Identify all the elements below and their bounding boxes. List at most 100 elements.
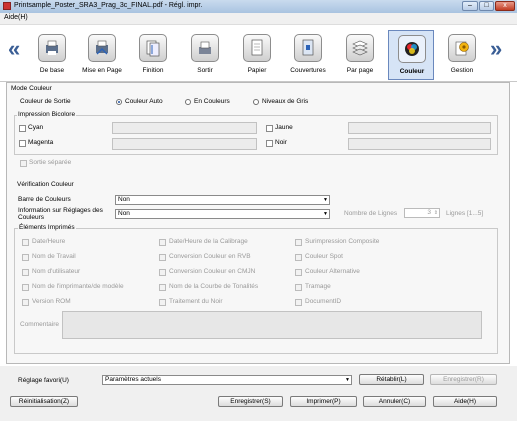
- checkbox-cyan[interactable]: [19, 125, 26, 132]
- jaune-field[interactable]: [348, 122, 491, 134]
- verification-title: Vérification Couleur: [17, 181, 74, 188]
- cover-icon: [294, 34, 322, 62]
- tab-label: Couvertures: [290, 67, 326, 74]
- checkbox-label: Sortie séparée: [29, 159, 72, 166]
- checkbox-date-calibrage[interactable]: [159, 239, 166, 246]
- bicolore-title: Impression Bicolore: [17, 111, 77, 118]
- tab-sortir[interactable]: Sortir: [182, 30, 228, 80]
- checkbox-label: Cyan: [28, 124, 44, 131]
- checkbox-documentid[interactable]: [295, 299, 302, 306]
- stepper-value: 3: [427, 209, 431, 216]
- radio-label: Couleur Auto: [125, 98, 163, 105]
- tab-par-page[interactable]: Par page: [337, 30, 383, 80]
- select-value: Paramètres actuels: [105, 376, 161, 383]
- checkbox-label: Jaune: [275, 124, 293, 131]
- checkbox-label: Tramage: [305, 283, 331, 290]
- checkbox-sortie-separee[interactable]: [20, 160, 27, 167]
- nombre-lignes-stepper[interactable]: 3 ⇕: [404, 208, 440, 218]
- color-icon: [398, 35, 426, 63]
- tab-label: Sortir: [197, 67, 213, 74]
- paper-icon: [243, 34, 271, 62]
- close-button[interactable]: x: [495, 1, 515, 11]
- checkbox-label: Date/Heure de la Calibrage: [169, 238, 248, 245]
- checkbox-tramage[interactable]: [295, 284, 302, 291]
- checkbox-couleur-spot[interactable]: [295, 254, 302, 261]
- checkbox-noir[interactable]: [266, 140, 273, 147]
- checkbox-label: Nom de l'imprimante/de modèle: [32, 283, 124, 290]
- checkbox-label: Magenta: [28, 139, 54, 146]
- checkbox-label: Conversion Couleur en CMJN: [169, 268, 256, 275]
- checkbox-conversion-cmjn[interactable]: [159, 269, 166, 276]
- menu-aide[interactable]: Aide(H): [4, 14, 28, 21]
- reinitialisation-button[interactable]: Réinitialisation(Z): [10, 396, 78, 407]
- cyan-field[interactable]: [112, 122, 257, 134]
- checkbox-courbe-tonalites[interactable]: [159, 284, 166, 291]
- tab-finition[interactable]: Finition: [130, 30, 176, 80]
- tab-mise-en-page[interactable]: Mise en Page: [79, 30, 125, 80]
- scroll-right-icon[interactable]: »: [490, 38, 502, 60]
- checkbox-label: Noir: [275, 139, 287, 146]
- nombre-lignes-label: Nombre de Lignes: [344, 210, 398, 217]
- tab-label: Mise en Page: [82, 67, 122, 74]
- lignes-range-label: Lignes [1...5]: [446, 210, 484, 217]
- mode-couleur-title: Mode Couleur: [11, 85, 52, 92]
- imprimer-button[interactable]: Imprimer(P): [290, 396, 357, 407]
- enregistrer-favori-button[interactable]: Enregistrer(R): [430, 374, 497, 385]
- minimize-button[interactable]: –: [462, 1, 478, 11]
- checkbox-label: DocumentID: [305, 298, 342, 305]
- checkbox-magenta[interactable]: [19, 140, 26, 147]
- radio-en-couleurs[interactable]: [185, 99, 191, 105]
- commentaire-field[interactable]: [62, 311, 482, 339]
- info-reglages-select[interactable]: Non ▼: [115, 209, 330, 219]
- checkbox-label: Couleur Spot: [305, 253, 343, 260]
- select-value: Non: [118, 210, 130, 217]
- basic-settings-icon: [38, 34, 66, 62]
- reglage-favori-select[interactable]: Paramètres actuels ▼: [102, 375, 352, 385]
- chevron-down-icon: ▼: [323, 211, 328, 217]
- layout-icon: [88, 34, 116, 62]
- checkbox-conversion-rvb[interactable]: [159, 254, 166, 261]
- retablir-button[interactable]: Rétablir(L): [359, 374, 424, 385]
- radio-label: Niveaux de Gris: [262, 98, 309, 105]
- reglage-favori-label: Réglage favori(U): [18, 377, 69, 384]
- magenta-field[interactable]: [112, 138, 257, 150]
- radio-niveaux-de-gris[interactable]: [253, 99, 259, 105]
- tab-label: Papier: [247, 67, 267, 74]
- checkbox-surimpression[interactable]: [295, 239, 302, 246]
- tab-de-base[interactable]: De base: [29, 30, 75, 80]
- stepper-arrows-icon: ⇕: [433, 210, 438, 216]
- noir-field[interactable]: [348, 138, 491, 150]
- elements-title: Éléments Imprimés: [18, 224, 76, 231]
- info-label: Information sur Réglages des Couleurs: [18, 207, 103, 221]
- checkbox-label: Surimpression Composite: [305, 238, 380, 245]
- checkbox-label: Nom de la Courbe de Tonalités: [169, 283, 259, 290]
- finishing-icon: [139, 34, 167, 62]
- aide-button[interactable]: Aide(H): [433, 396, 497, 407]
- barre-de-couleurs-select[interactable]: Non ▼: [115, 195, 330, 205]
- checkbox-label: Conversion Couleur en RVB: [169, 253, 251, 260]
- annuler-button[interactable]: Annuler(C): [363, 396, 426, 407]
- output-tray-icon: [191, 34, 219, 62]
- tab-couleur[interactable]: Couleur: [388, 30, 434, 80]
- chevron-down-icon: ▼: [345, 377, 350, 383]
- checkbox-version-rom[interactable]: [22, 299, 29, 306]
- tab-papier[interactable]: Papier: [234, 30, 280, 80]
- enregistrer-button[interactable]: Enregistrer(S): [218, 396, 283, 407]
- checkbox-nom-travail[interactable]: [22, 254, 29, 261]
- menu-bar: [0, 13, 517, 25]
- tab-couvertures[interactable]: Couvertures: [285, 30, 331, 80]
- tab-label: Par page: [346, 67, 374, 74]
- select-value: Non: [118, 196, 130, 203]
- checkbox-traitement-noir[interactable]: [159, 299, 166, 306]
- checkbox-nom-utilisateur[interactable]: [22, 269, 29, 276]
- radio-couleur-auto[interactable]: [116, 99, 122, 105]
- window-title: Printsample_Poster_SRA3_Prag_3c_FINAL.pd…: [14, 2, 203, 9]
- checkbox-nom-imprimante[interactable]: [22, 284, 29, 291]
- scroll-left-icon[interactable]: «: [8, 38, 20, 60]
- checkbox-couleur-alternative[interactable]: [295, 269, 302, 276]
- checkbox-date-heure[interactable]: [22, 239, 29, 246]
- checkbox-jaune[interactable]: [266, 125, 273, 132]
- tab-gestion[interactable]: Gestion: [439, 30, 485, 80]
- commentaire-label: Commentaire: [20, 321, 60, 328]
- maximize-button[interactable]: □: [479, 1, 494, 11]
